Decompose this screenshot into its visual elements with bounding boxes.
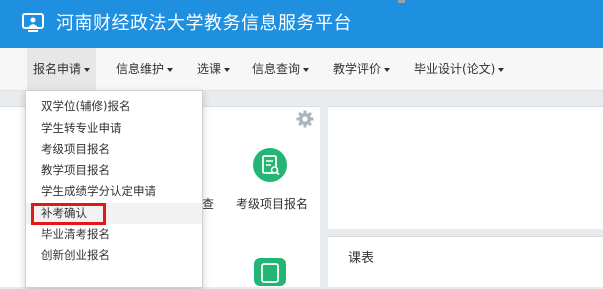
- menu-item-credit-recognition[interactable]: 学生成绩学分认定申请: [26, 181, 202, 202]
- nav-item-label: 信息查询: [252, 62, 301, 76]
- menu-item-teaching-project[interactable]: 教学项目报名: [26, 160, 202, 181]
- notice-panel: [328, 106, 603, 229]
- caret-down-icon: [303, 67, 310, 72]
- nav-item-label: 教学评价: [333, 62, 382, 76]
- exam-registration-app-icon[interactable]: [253, 148, 287, 182]
- page-title: 河南财经政法大学教务信息服务平台: [56, 13, 352, 34]
- caret-down-icon: [84, 67, 91, 72]
- menu-item-major-transfer[interactable]: 学生转专业申请: [26, 118, 202, 139]
- menu-item-innovation-registration[interactable]: 创新创业报名: [26, 245, 202, 266]
- caret-down-icon: [167, 67, 174, 72]
- schedule-panel: 课表: [328, 236, 603, 287]
- nav-item-label: 信息维护: [116, 62, 165, 76]
- schedule-panel-title: 课表: [348, 251, 375, 266]
- nav-item-label: 毕业设计(论文): [414, 62, 496, 76]
- menu-item-exam-registration[interactable]: 考级项目报名: [26, 139, 202, 160]
- monitor-user-icon: [22, 13, 44, 32]
- nav-item-info-query[interactable]: 信息查询: [246, 48, 315, 90]
- window-corner-mark: [398, 0, 405, 3]
- nav-item-graduation-thesis[interactable]: 毕业设计(论文): [408, 48, 510, 90]
- registration-dropdown-menu: 双学位(辅修)报名 学生转专业申请 考级项目报名 教学项目报名 学生成绩学分认定…: [25, 90, 203, 288]
- nav-item-label: 选课: [197, 62, 222, 76]
- caret-down-icon: [224, 67, 231, 72]
- document-search-icon: [262, 155, 280, 176]
- nav-item-course-selection[interactable]: 选课: [191, 48, 236, 90]
- document-icon: [261, 263, 279, 283]
- nav-item-info-maintenance[interactable]: 信息维护: [110, 48, 179, 90]
- app-icon-partial[interactable]: [254, 258, 286, 286]
- menu-item-double-degree[interactable]: 双学位(辅修)报名: [26, 96, 202, 117]
- gear-icon[interactable]: [296, 110, 314, 128]
- caret-down-icon: [498, 67, 505, 72]
- partial-app-label[interactable]: 查: [202, 195, 214, 212]
- app-header: 河南财经政法大学教务信息服务平台: [0, 0, 603, 48]
- nav-item-registration[interactable]: 报名申请: [27, 48, 97, 90]
- caret-down-icon: [384, 67, 391, 72]
- menu-item-graduation-clearance-exam[interactable]: 毕业清考报名: [26, 224, 202, 245]
- nav-item-teaching-evaluation[interactable]: 教学评价: [327, 48, 396, 90]
- menu-item-makeup-exam-confirm[interactable]: 补考确认: [26, 203, 202, 224]
- nav-item-label: 报名申请: [33, 62, 82, 76]
- exam-registration-app-label[interactable]: 考级项目报名: [236, 195, 308, 212]
- main-navbar: 报名申请 信息维护 选课 信息查询 教学评价 毕业设计(论文): [0, 48, 603, 91]
